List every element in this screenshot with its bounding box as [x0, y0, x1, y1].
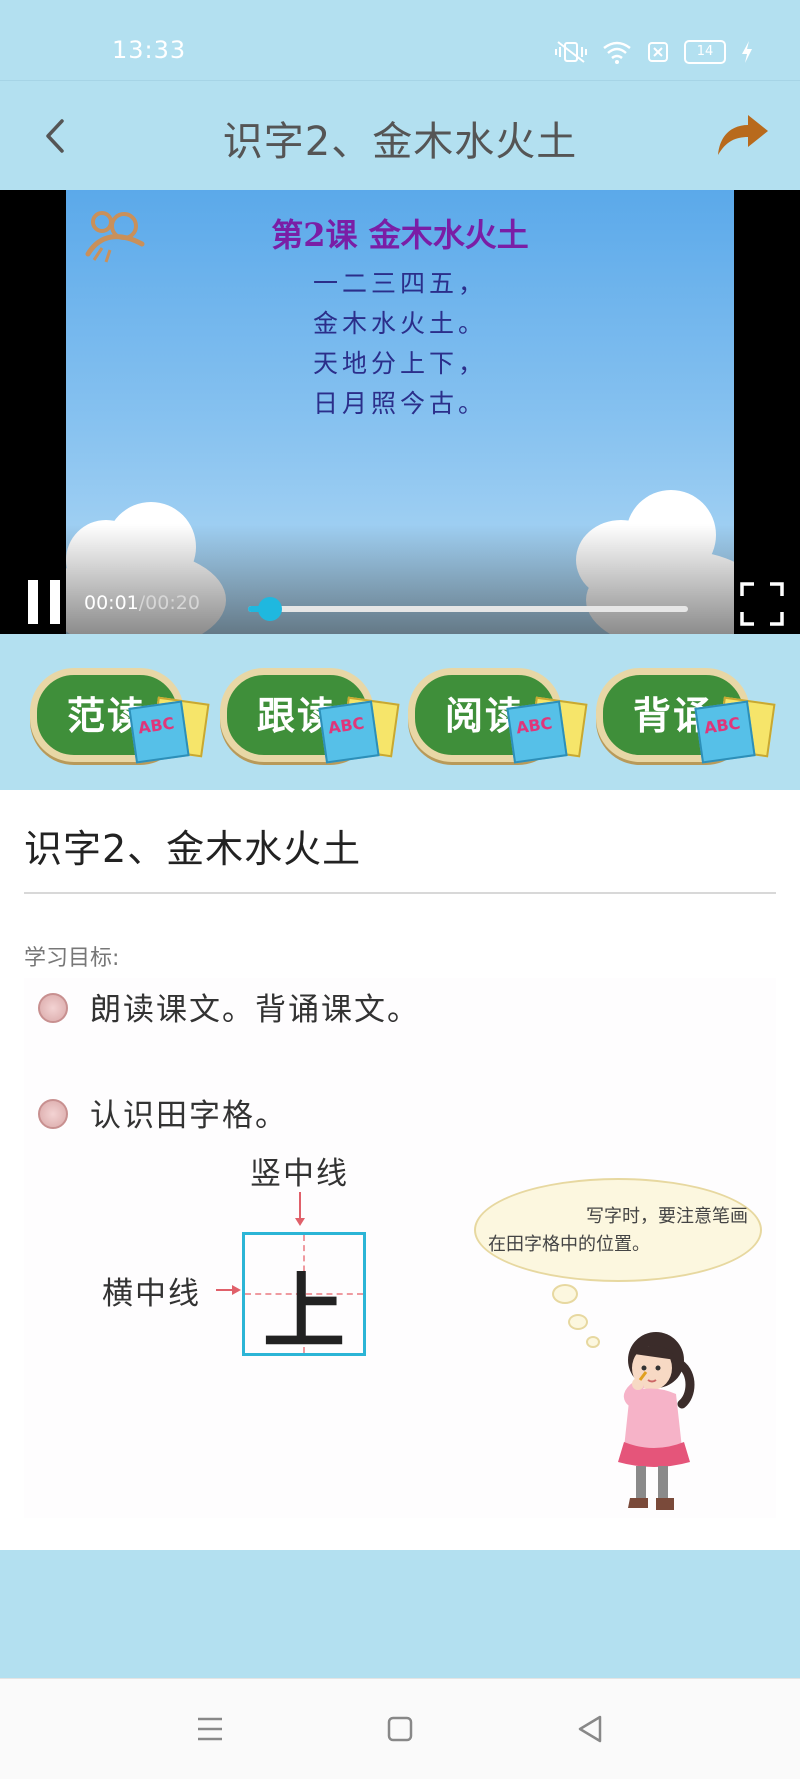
slide-title: 第2课 金木水火土 [271, 216, 529, 254]
thought-dot [552, 1284, 578, 1304]
progress-knob[interactable] [258, 597, 282, 621]
mode-button-model-read[interactable]: 范读 ABC [28, 664, 210, 764]
goal-text: 认识田字格。 [90, 1098, 288, 1134]
divider [24, 892, 776, 894]
mode-button-read[interactable]: 阅读 ABC [406, 664, 588, 764]
thought-dot [568, 1314, 588, 1330]
back-triangle-icon[interactable] [570, 1709, 610, 1749]
current-time: 00:01 [84, 592, 139, 614]
poem-line: 一二三四五， [312, 269, 487, 298]
battery-icon: 14 [684, 40, 726, 64]
poem: 一二三四五， 金木水火土。 天地分上下， 日月照今古。 [66, 264, 734, 424]
textbook-image: 朗读课文。背诵课文。 认识田字格。 竖中线 横中线 上 写字时，要注意笔画 在田… [24, 978, 776, 1518]
poem-line: 天地分上下， [312, 349, 487, 378]
total-time: /00:20 [138, 592, 200, 614]
status-time: 13:33 [112, 36, 187, 64]
status-bar: 13:33 14 [0, 0, 800, 80]
mute-vibrate-icon [555, 41, 587, 63]
status-icons: 14 [554, 40, 754, 64]
app-bar: 识字2、金木水火土 [0, 80, 800, 191]
menu-icon[interactable] [190, 1709, 230, 1749]
video-timecode: 00:01/00:20 [84, 592, 200, 614]
pause-icon[interactable] [28, 580, 60, 624]
video-controls: 00:01/00:20 [0, 524, 800, 634]
arrow-down-icon [295, 1192, 305, 1226]
bullet-icon [38, 993, 68, 1023]
bullet-icon [38, 1099, 68, 1129]
page-title: 识字2、金木水火土 [222, 119, 578, 165]
fullscreen-icon[interactable] [740, 582, 784, 626]
speech-text: 在田字格中的位置。 [488, 1234, 650, 1255]
poem-line: 日月照今古。 [312, 389, 487, 418]
mode-button-follow-read[interactable]: 跟读 ABC [218, 664, 400, 764]
poem-line: 金木水火土。 [312, 309, 487, 338]
vertical-line-label: 竖中线 [250, 1156, 349, 1192]
system-nav-bar [0, 1678, 800, 1779]
lesson-heading: 识字2、金木水火土 [24, 827, 362, 871]
mode-button-recite[interactable]: 背诵 ABC [594, 664, 776, 764]
goal-item: 认识田字格。 [38, 1090, 288, 1135]
girl-illustration [618, 1332, 695, 1510]
speech-text: 写字时，要注意笔画 [586, 1206, 748, 1227]
lesson-content: 识字2、金木水火土 学习目标: 朗读课文。背诵课文。 认识田字格。 竖中线 横中… [0, 790, 800, 1550]
goal-item: 朗读课文。背诵课文。 [38, 984, 420, 1029]
empty-area [0, 1550, 800, 1678]
goal-text: 朗读课文。背诵课文。 [90, 992, 420, 1028]
horizontal-line-label: 横中线 [102, 1276, 201, 1312]
speech-bubble: 写字时，要注意笔画 在田字格中的位置。 [474, 1178, 762, 1282]
tianzige-grid: 上 [242, 1232, 366, 1360]
share-arrow-icon[interactable] [714, 111, 770, 157]
charging-icon [742, 41, 752, 63]
goals-label: 学习目标: [24, 946, 120, 971]
mode-toolbar: 范读 ABC 跟读 ABC 阅读 ABC 背诵 ABC [0, 634, 800, 790]
grid-character: 上 [262, 1264, 345, 1360]
home-square-icon[interactable] [380, 1709, 420, 1749]
arrow-right-icon [216, 1285, 241, 1295]
sim-off-icon [648, 42, 668, 62]
video-player[interactable]: 第2课 金木水火土 一二三四五， 金木水火土。 天地分上下， 日月照今古。 00… [0, 190, 800, 634]
progress-bar[interactable] [248, 597, 688, 621]
wifi-icon [603, 41, 631, 64]
